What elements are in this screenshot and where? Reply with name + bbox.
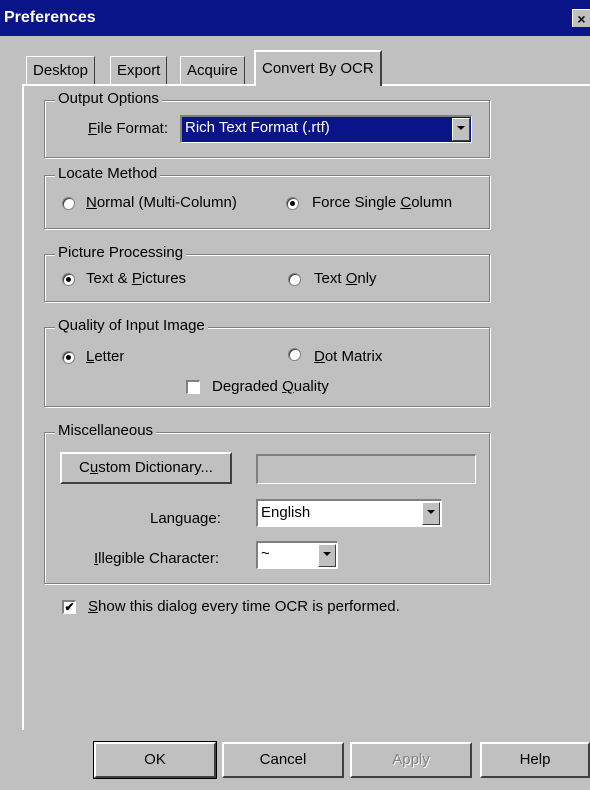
force-single-column-radio[interactable] <box>286 197 299 210</box>
normal-multi-column-radio[interactable] <box>62 197 75 210</box>
chevron-down-icon[interactable] <box>452 118 470 141</box>
tab-desktop[interactable]: Desktop <box>26 56 96 84</box>
text-and-pictures-label[interactable]: Text & Pictures <box>86 270 186 287</box>
custom-dictionary-path-field <box>256 454 476 484</box>
tab-export[interactable]: Export <box>110 56 168 84</box>
language-combobox[interactable]: English <box>256 499 442 527</box>
apply-button[interactable]: Apply <box>350 742 472 778</box>
force-single-column-label[interactable]: Force Single Column <box>312 194 452 211</box>
show-dialog-checkbox[interactable]: ✔ <box>62 600 76 614</box>
tab-convert-by-ocr[interactable]: Convert By OCR <box>254 50 382 86</box>
help-button[interactable]: Help <box>480 742 590 778</box>
language-label: Language: <box>150 510 221 527</box>
text-only-radio[interactable] <box>288 273 301 286</box>
file-format-value: Rich Text Format (.rtf) <box>185 119 330 136</box>
letter-label[interactable]: Letter <box>86 348 124 365</box>
title-bar: Preferences × <box>0 0 590 36</box>
degraded-quality-checkbox[interactable] <box>186 380 200 394</box>
show-dialog-label[interactable]: Show this dialog every time OCR is perfo… <box>88 598 400 615</box>
quality-of-input-image-legend: Quality of Input Image <box>55 317 208 334</box>
file-format-combobox[interactable]: Rich Text Format (.rtf) <box>180 115 472 143</box>
letter-radio[interactable] <box>62 351 75 364</box>
cancel-button[interactable]: Cancel <box>222 742 344 778</box>
miscellaneous-legend: Miscellaneous <box>55 422 157 439</box>
chevron-down-icon[interactable] <box>422 502 440 525</box>
text-only-label[interactable]: Text Only <box>314 270 377 287</box>
text-and-pictures-radio[interactable] <box>62 273 75 286</box>
dot-matrix-radio[interactable] <box>288 348 301 361</box>
locate-method-legend: Locate Method <box>55 165 161 182</box>
language-value: English <box>261 504 311 521</box>
normal-multi-column-label[interactable]: Normal (Multi-Column) <box>86 194 237 211</box>
picture-processing-legend: Picture Processing <box>55 244 187 261</box>
illegible-character-combobox[interactable]: ~ <box>256 541 338 569</box>
tab-acquire[interactable]: Acquire <box>180 56 245 84</box>
illegible-character-label: Illegible Character: <box>94 550 220 567</box>
close-icon[interactable]: × <box>572 9 590 27</box>
dot-matrix-label[interactable]: Dot Matrix <box>314 348 382 365</box>
window-title: Preferences <box>4 9 96 26</box>
file-format-label: File Format: <box>88 120 169 137</box>
chevron-down-icon[interactable] <box>318 544 336 567</box>
degraded-quality-label[interactable]: Degraded Quality <box>212 378 329 395</box>
custom-dictionary-button[interactable]: Custom Dictionary... <box>60 452 232 484</box>
quality-of-input-image-group: Quality of Input Image <box>44 317 490 407</box>
ok-button[interactable]: OK <box>93 741 217 779</box>
output-options-legend: Output Options <box>55 90 162 107</box>
illegible-character-value: ~ <box>261 545 270 562</box>
